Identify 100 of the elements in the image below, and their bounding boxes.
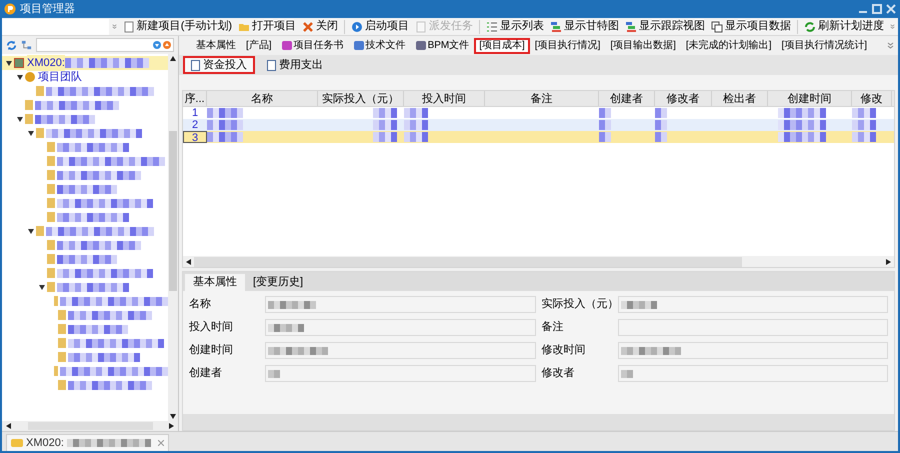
tab[interactable]: [项目执行情况] [530,38,606,54]
column-header[interactable]: 投入时间 [404,91,485,106]
table-row[interactable]: 2 [183,119,894,131]
blurred-text [852,120,876,130]
toolbar-button[interactable]: 关闭 [299,18,342,35]
down-arrow-icon[interactable] [170,414,176,419]
right-arrow-icon[interactable] [886,258,891,264]
expander-icon[interactable] [27,228,36,234]
scroll-thumb[interactable] [28,422,152,430]
toolbar-button[interactable]: 新建项目(手动计划) [120,18,236,35]
sub-tab[interactable]: 费用支出 [259,56,331,74]
tab[interactable]: BPM文件 [410,38,474,54]
tab[interactable]: 基本属性 [185,274,245,291]
input-field[interactable] [618,342,888,359]
column-header[interactable]: 修改者 [655,91,712,106]
row-number: 3 [183,131,207,143]
tree-item[interactable]: 项目团队 [38,68,82,86]
blurred-text [655,132,667,142]
toolbar-button[interactable]: 打开项目 [235,18,300,35]
tab[interactable]: 基本属性 [191,38,241,54]
tab[interactable]: [变更历史] [245,274,312,291]
input-field[interactable] [618,319,888,336]
toolbar-button[interactable]: 显示列表 [483,18,548,35]
column-header[interactable]: 创建时间 [768,91,852,106]
field-label: 投入时间 [189,320,234,336]
tab[interactable]: [项目输出数据] [605,38,681,54]
column-header[interactable]: 修改 [852,91,892,106]
chevron-icon[interactable] [887,42,894,49]
field-label: 创建时间 [189,343,234,358]
document-title: XM020: [26,436,64,451]
field-label: 名称 [189,297,212,312]
scroll-thumb[interactable] [169,131,177,291]
input-field[interactable] [265,296,536,313]
table-row[interactable]: 3 [183,131,894,143]
column-header[interactable]: 名称 [207,91,318,106]
column-header[interactable]: 序... [183,91,207,106]
chevron-icon[interactable] [890,23,896,30]
blurred-text [778,132,826,142]
toolbar-button[interactable]: 显示项目数据 [708,18,794,35]
column-header[interactable]: 检出者 [712,91,768,106]
tab[interactable]: 技术文件 [348,38,411,54]
column-header[interactable]: 创建者 [599,91,655,106]
tab[interactable]: [项目执行情况统计] [776,38,872,54]
dropdown-field[interactable] [2,18,109,34]
toolbar-button[interactable]: 显示甘特图 [547,18,622,35]
input-field[interactable] [618,296,888,313]
scroll-thumb[interactable] [194,256,742,266]
blurred-text [620,300,656,308]
right-arrow-icon[interactable] [169,423,174,429]
blurred-text [268,370,280,378]
blurred-text [655,120,667,130]
tab[interactable]: [项目成本] [474,38,530,54]
blurred-text [620,370,632,378]
close-icon[interactable] [158,440,164,446]
blurred-text [655,108,667,118]
input-field[interactable] [265,319,536,336]
tree-icon[interactable] [21,40,32,50]
input-field[interactable] [265,365,536,382]
bar-chart-icon [625,20,638,32]
tab[interactable]: [未完成的计划输出] [680,38,776,54]
document-tab[interactable]: XM020: [6,434,169,451]
play-icon [351,20,364,32]
input-field[interactable] [265,342,536,359]
book-icon [282,41,292,50]
column-header[interactable]: 实际投入（元） [318,91,404,106]
cross-icon [302,20,314,32]
toolbar-button[interactable]: 启动项目 [348,18,412,35]
blurred-text [852,108,876,118]
tab[interactable]: 项目任务书 [276,38,349,54]
left-arrow-icon[interactable] [186,258,191,264]
blurred-text [599,132,611,142]
window-title: 项目管理器 [20,2,75,17]
folder-icon [11,439,23,447]
left-arrow-icon[interactable] [6,423,11,429]
blurred-text [852,132,876,142]
horizontal-scrollbar[interactable] [183,256,894,267]
field-label: 实际投入（元） [542,296,618,312]
blurred-text [373,132,397,142]
chevron-icon[interactable] [112,23,117,30]
page-icon [122,20,135,32]
blurred-text [207,132,243,142]
page-icon [415,20,428,32]
team-icon [25,72,35,82]
expander-icon[interactable] [38,284,47,290]
toolbar-button[interactable]: 显示跟踪视图 [622,18,708,35]
blurred-text [404,132,428,142]
input-field[interactable] [618,365,888,382]
blurred-text [404,108,428,118]
tab[interactable]: [产品] [241,38,277,54]
up-arrow-icon[interactable] [170,56,176,61]
blurred-text [404,120,428,130]
toolbar-button[interactable]: 刷新计划进度 [801,18,888,35]
tree-item[interactable]: XM020: [27,54,65,72]
vertical-scrollbar[interactable] [168,54,178,421]
column-header[interactable]: 备注 [485,91,599,106]
maximize-icon[interactable] [872,4,882,14]
project-icon [14,58,24,68]
sub-tab[interactable]: 资金投入 [183,56,255,74]
refresh-icon[interactable] [6,40,17,50]
document-icon [267,60,276,70]
